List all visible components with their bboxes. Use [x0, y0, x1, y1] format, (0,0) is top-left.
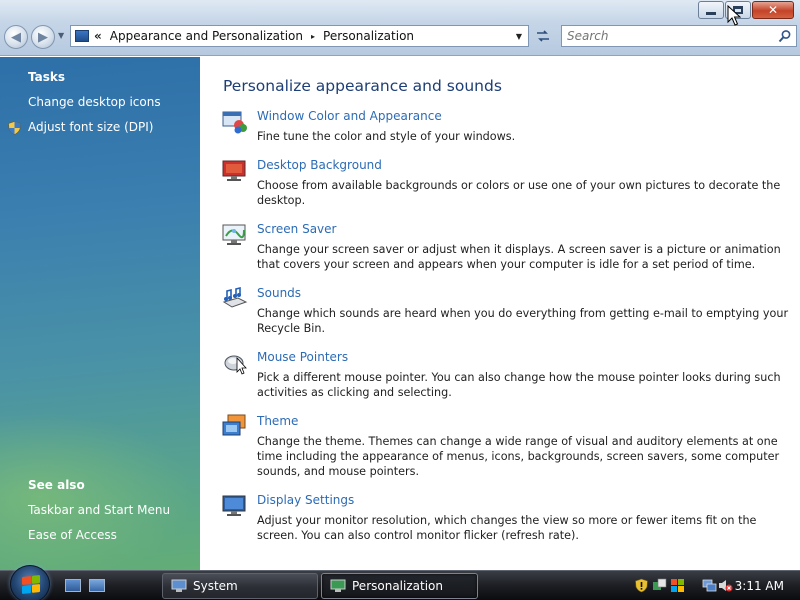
- start-button[interactable]: [10, 565, 50, 600]
- display-settings-link[interactable]: Display Settings: [257, 493, 354, 507]
- screen-saver-link[interactable]: Screen Saver: [257, 222, 336, 236]
- display-settings-description: Adjust your monitor resolution, which ch…: [257, 514, 757, 542]
- window-color-description: Fine tune the color and style of your wi…: [257, 130, 516, 143]
- security-alert-icon[interactable]: [634, 578, 649, 593]
- window-toolbar: ✕ ◀ ▶ ▼ « Appearance and Personalization…: [0, 0, 800, 56]
- desktop-background-icon[interactable]: [222, 158, 248, 184]
- desktop-background-link[interactable]: Desktop Background: [257, 158, 382, 172]
- task-pane: Tasks Change desktop icons Adjust font s…: [0, 57, 200, 570]
- switch-windows-icon[interactable]: [89, 579, 105, 592]
- minimize-icon: [706, 11, 716, 15]
- mouse-pointers-link[interactable]: Mouse Pointers: [257, 350, 348, 364]
- refresh-button[interactable]: [532, 27, 554, 45]
- breadcrumb-overflow[interactable]: «: [94, 29, 102, 43]
- change-desktop-icons-link[interactable]: Change desktop icons: [28, 95, 161, 109]
- back-arrow-icon: ◀: [11, 29, 21, 45]
- personalization-icon: [330, 579, 346, 592]
- network-icon[interactable]: [702, 578, 717, 593]
- mouse-icon[interactable]: [222, 350, 248, 376]
- shield-icon: [8, 121, 21, 135]
- back-button[interactable]: ◀: [4, 25, 28, 49]
- adjust-font-size-link[interactable]: Adjust font size (DPI): [28, 120, 153, 134]
- close-icon: ✕: [767, 3, 779, 17]
- theme-link[interactable]: Theme: [257, 414, 298, 428]
- see-also-heading: See also: [28, 478, 85, 492]
- search-box[interactable]: [561, 25, 797, 47]
- breadcrumb-personalization[interactable]: Personalization: [323, 29, 414, 43]
- display-settings-icon[interactable]: [222, 493, 248, 519]
- system-icon: [171, 579, 187, 592]
- screen-saver-description: Change your screen saver or adjust when …: [257, 243, 781, 271]
- windows-logo-icon: [22, 575, 40, 594]
- mouse-cursor-icon: [727, 5, 741, 26]
- security-center-icon[interactable]: [652, 578, 667, 593]
- address-dropdown[interactable]: ▼: [516, 32, 522, 41]
- clock[interactable]: 3:11 AM: [735, 579, 784, 593]
- ease-of-access-link[interactable]: Ease of Access: [28, 528, 117, 542]
- mouse-pointers-description: Pick a different mouse pointer. You can …: [257, 371, 781, 399]
- search-icon[interactable]: [778, 29, 792, 43]
- system-tray: 3:11 AM: [628, 574, 800, 598]
- screen-saver-icon[interactable]: [222, 222, 248, 248]
- theme-description: Change the theme. Themes can change a wi…: [257, 435, 780, 478]
- page-title: Personalize appearance and sounds: [223, 77, 502, 95]
- sounds-link[interactable]: Sounds: [257, 286, 301, 300]
- breadcrumb-separator[interactable]: ▸: [311, 32, 315, 41]
- window-color-link[interactable]: Window Color and Appearance: [257, 109, 442, 123]
- theme-icon[interactable]: [222, 414, 248, 440]
- desktop-background-description: Choose from available backgrounds or col…: [257, 179, 781, 207]
- windows-flag-tray-icon[interactable]: [670, 578, 685, 593]
- breadcrumb-appearance[interactable]: Appearance and Personalization: [110, 29, 303, 43]
- taskbar-button-system[interactable]: System: [162, 573, 318, 599]
- forward-arrow-icon: ▶: [38, 29, 48, 45]
- main-content: Personalize appearance and sounds Window…: [200, 57, 800, 570]
- taskbar-button-label: System: [193, 579, 238, 593]
- caption-buttons: ✕: [698, 1, 794, 19]
- tasks-heading: Tasks: [28, 70, 66, 84]
- recent-pages-dropdown[interactable]: ▼: [58, 31, 64, 40]
- search-input[interactable]: [562, 29, 762, 43]
- control-panel-icon: [75, 30, 89, 42]
- taskbar-button-label: Personalization: [352, 579, 443, 593]
- show-desktop-icon[interactable]: [65, 579, 81, 592]
- address-bar[interactable]: « Appearance and Personalization ▸ Perso…: [70, 25, 529, 47]
- window-color-icon[interactable]: [222, 109, 248, 135]
- taskbar-start-menu-link[interactable]: Taskbar and Start Menu: [28, 503, 170, 517]
- volume-muted-icon[interactable]: [718, 578, 733, 593]
- sounds-icon[interactable]: [222, 286, 248, 312]
- sounds-description: Change which sounds are heard when you d…: [257, 307, 789, 335]
- taskbar: System Personalization 3:11 AM: [0, 565, 800, 600]
- taskbar-button-personalization[interactable]: Personalization: [321, 573, 478, 599]
- refresh-icon: [537, 30, 549, 42]
- close-button[interactable]: ✕: [752, 1, 794, 19]
- minimize-button[interactable]: [698, 1, 724, 19]
- forward-button[interactable]: ▶: [31, 25, 55, 49]
